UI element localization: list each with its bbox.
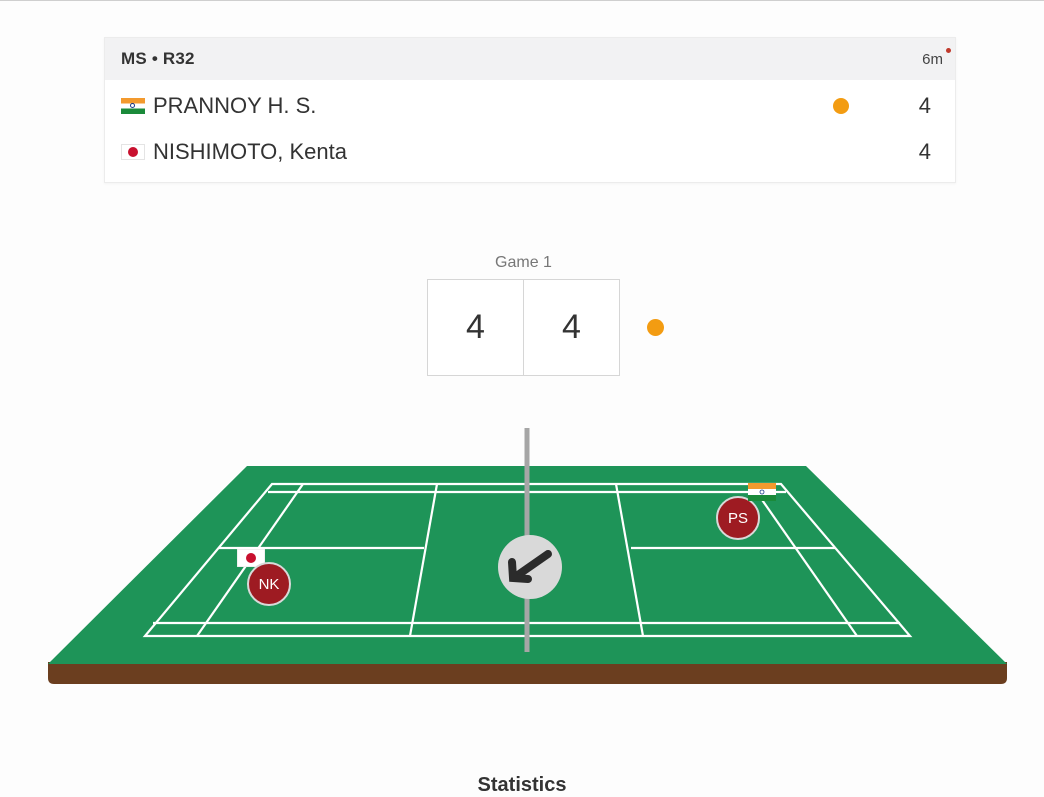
player-row-nishimoto: NISHIMOTO, Kenta 4 <box>105 129 955 175</box>
player-row-prannoy: PRANNOY H. S. 4 <box>105 83 955 129</box>
india-flag-icon <box>748 483 776 501</box>
top-divider <box>0 0 1044 1</box>
court-graphic <box>48 428 1007 684</box>
round-label: MS • R32 <box>121 49 195 68</box>
player-name: NISHIMOTO, Kenta <box>153 139 347 164</box>
elapsed-time-label: 6m <box>922 50 943 68</box>
court-base <box>48 662 1007 684</box>
player-token-ps[interactable]: PS <box>716 496 760 540</box>
game-score-right: 4 <box>523 280 619 375</box>
game-score-box: 4 4 <box>427 279 620 376</box>
game-serving-indicator-icon <box>647 319 664 336</box>
match-header: MS • R32 6m <box>105 38 955 80</box>
game-score-left: 4 <box>466 308 485 346</box>
india-flag-icon <box>121 98 145 114</box>
player-token-nk[interactable]: NK <box>247 562 291 606</box>
player-score: 4 <box>918 93 931 118</box>
badminton-court: NK PS <box>0 420 1044 700</box>
japan-flag-icon <box>121 144 145 160</box>
game-label: Game 1 <box>495 254 552 271</box>
elapsed-time: 6m <box>922 47 951 68</box>
match-card[interactable]: MS • R32 6m PRANNOY H. S. 4 NISHIMOTO, K… <box>104 37 956 183</box>
serving-indicator-icon <box>833 98 849 114</box>
player-name: PRANNOY H. S. <box>153 93 317 118</box>
live-indicator-icon <box>946 47 951 53</box>
player-score: 4 <box>918 139 931 164</box>
